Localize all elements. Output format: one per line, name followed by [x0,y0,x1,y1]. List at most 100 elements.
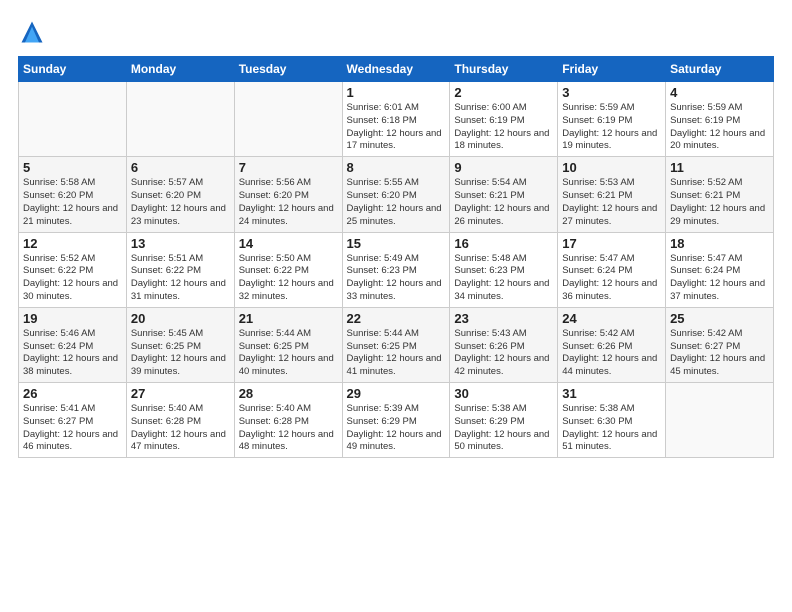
day-info: Sunrise: 5:46 AMSunset: 6:24 PMDaylight:… [23,328,122,379]
day-cell: 13Sunrise: 5:51 AMSunset: 6:22 PMDayligh… [126,232,234,307]
day-cell: 24 Sunrise: 5:42 AMSunset: 6:26 PMDayligh… [558,307,666,382]
day-info: Sunrise: 5:48 AMSunset: 6:23 PMDaylight:… [454,253,553,304]
day-number: 26 [23,386,122,401]
day-cell: 19 Sunrise: 5:46 AMSunset: 6:24 PMDayligh… [19,307,127,382]
day-info: Sunrise: 6:00 AMSunset: 6:19 PMDaylight:… [454,102,553,153]
day-info: Sunrise: 5:59 AMSunset: 6:19 PMDaylight:… [670,102,769,153]
day-cell: 22Sunrise: 5:44 AMSunset: 6:25 PMDayligh… [342,307,450,382]
day-number: 5 [23,160,122,175]
day-info: Sunrise: 6:01 AMSunset: 6:18 PMDaylight:… [347,102,446,153]
day-info: Sunrise: 5:39 AMSunset: 6:29 PMDaylight:… [347,403,446,454]
day-number: 23 [454,311,553,326]
day-cell: 27 Sunrise: 5:40 AMSunset: 6:28 PMDayligh… [126,383,234,458]
day-cell: 7 Sunrise: 5:56 AMSunset: 6:20 PMDaylight… [234,157,342,232]
day-info: Sunrise: 5:55 AMSunset: 6:20 PMDaylight:… [347,177,446,228]
day-info: Sunrise: 5:56 AMSunset: 6:20 PMDaylight:… [239,177,338,228]
week-row-3: 12Sunrise: 5:52 AMSunset: 6:22 PMDayligh… [19,232,774,307]
day-info: Sunrise: 5:49 AMSunset: 6:23 PMDaylight:… [347,253,446,304]
day-number: 31 [562,386,661,401]
day-cell: 3 Sunrise: 5:59 AMSunset: 6:19 PMDaylight… [558,82,666,157]
day-cell: 9 Sunrise: 5:54 AMSunset: 6:21 PMDaylight… [450,157,558,232]
day-info: Sunrise: 5:59 AMSunset: 6:19 PMDaylight:… [562,102,661,153]
day-info: Sunrise: 5:54 AMSunset: 6:21 PMDaylight:… [454,177,553,228]
weekday-header-row: SundayMondayTuesdayWednesdayThursdayFrid… [19,57,774,82]
day-info: Sunrise: 5:47 AMSunset: 6:24 PMDaylight:… [562,253,661,304]
day-number: 1 [347,85,446,100]
day-cell [19,82,127,157]
day-info: Sunrise: 5:38 AMSunset: 6:30 PMDaylight:… [562,403,661,454]
weekday-header-monday: Monday [126,57,234,82]
week-row-5: 26 Sunrise: 5:41 AMSunset: 6:27 PMDayligh… [19,383,774,458]
day-number: 2 [454,85,553,100]
logo [18,18,50,46]
day-number: 17 [562,236,661,251]
day-info: Sunrise: 5:44 AMSunset: 6:25 PMDaylight:… [239,328,338,379]
weekday-header-saturday: Saturday [666,57,774,82]
day-number: 22 [347,311,446,326]
day-number: 14 [239,236,338,251]
day-info: Sunrise: 5:52 AMSunset: 6:21 PMDaylight:… [670,177,769,228]
day-info: Sunrise: 5:47 AMSunset: 6:24 PMDaylight:… [670,253,769,304]
day-number: 16 [454,236,553,251]
calendar: SundayMondayTuesdayWednesdayThursdayFrid… [18,56,774,458]
day-number: 28 [239,386,338,401]
day-cell: 15Sunrise: 5:49 AMSunset: 6:23 PMDayligh… [342,232,450,307]
weekday-header-sunday: Sunday [19,57,127,82]
day-cell [126,82,234,157]
day-number: 25 [670,311,769,326]
day-cell: 4 Sunrise: 5:59 AMSunset: 6:19 PMDaylight… [666,82,774,157]
day-cell: 29 Sunrise: 5:39 AMSunset: 6:29 PMDayligh… [342,383,450,458]
day-number: 20 [131,311,230,326]
day-number: 11 [670,160,769,175]
week-row-2: 5Sunrise: 5:58 AMSunset: 6:20 PMDaylight… [19,157,774,232]
week-row-4: 19 Sunrise: 5:46 AMSunset: 6:24 PMDayligh… [19,307,774,382]
weekday-header-friday: Friday [558,57,666,82]
day-info: Sunrise: 5:42 AMSunset: 6:26 PMDaylight:… [562,328,661,379]
day-info: Sunrise: 5:45 AMSunset: 6:25 PMDaylight:… [131,328,230,379]
day-number: 30 [454,386,553,401]
day-info: Sunrise: 5:43 AMSunset: 6:26 PMDaylight:… [454,328,553,379]
day-info: Sunrise: 5:53 AMSunset: 6:21 PMDaylight:… [562,177,661,228]
day-cell: 21 Sunrise: 5:44 AMSunset: 6:25 PMDayligh… [234,307,342,382]
day-cell: 17 Sunrise: 5:47 AMSunset: 6:24 PMDayligh… [558,232,666,307]
day-number: 19 [23,311,122,326]
weekday-header-thursday: Thursday [450,57,558,82]
day-info: Sunrise: 5:40 AMSunset: 6:28 PMDaylight:… [239,403,338,454]
day-number: 9 [454,160,553,175]
day-cell: 23 Sunrise: 5:43 AMSunset: 6:26 PMDayligh… [450,307,558,382]
day-cell: 18 Sunrise: 5:47 AMSunset: 6:24 PMDayligh… [666,232,774,307]
day-cell: 2 Sunrise: 6:00 AMSunset: 6:19 PMDaylight… [450,82,558,157]
day-cell: 14 Sunrise: 5:50 AMSunset: 6:22 PMDayligh… [234,232,342,307]
day-info: Sunrise: 5:52 AMSunset: 6:22 PMDaylight:… [23,253,122,304]
day-number: 24 [562,311,661,326]
day-info: Sunrise: 5:41 AMSunset: 6:27 PMDaylight:… [23,403,122,454]
day-cell [234,82,342,157]
day-cell: 10Sunrise: 5:53 AMSunset: 6:21 PMDayligh… [558,157,666,232]
day-number: 29 [347,386,446,401]
day-cell: 30Sunrise: 5:38 AMSunset: 6:29 PMDayligh… [450,383,558,458]
header [18,18,774,46]
logo-icon [18,18,46,46]
day-cell: 11 Sunrise: 5:52 AMSunset: 6:21 PMDayligh… [666,157,774,232]
day-number: 3 [562,85,661,100]
day-cell: 8Sunrise: 5:55 AMSunset: 6:20 PMDaylight… [342,157,450,232]
day-number: 4 [670,85,769,100]
day-info: Sunrise: 5:57 AMSunset: 6:20 PMDaylight:… [131,177,230,228]
weekday-header-wednesday: Wednesday [342,57,450,82]
day-number: 21 [239,311,338,326]
day-number: 6 [131,160,230,175]
day-info: Sunrise: 5:40 AMSunset: 6:28 PMDaylight:… [131,403,230,454]
day-number: 7 [239,160,338,175]
day-cell: 5Sunrise: 5:58 AMSunset: 6:20 PMDaylight… [19,157,127,232]
day-cell: 31 Sunrise: 5:38 AMSunset: 6:30 PMDayligh… [558,383,666,458]
day-info: Sunrise: 5:51 AMSunset: 6:22 PMDaylight:… [131,253,230,304]
week-row-1: 1 Sunrise: 6:01 AMSunset: 6:18 PMDaylight… [19,82,774,157]
day-cell: 1 Sunrise: 6:01 AMSunset: 6:18 PMDaylight… [342,82,450,157]
weekday-header-tuesday: Tuesday [234,57,342,82]
day-number: 18 [670,236,769,251]
day-cell [666,383,774,458]
page: SundayMondayTuesdayWednesdayThursdayFrid… [0,0,792,612]
day-cell: 20 Sunrise: 5:45 AMSunset: 6:25 PMDayligh… [126,307,234,382]
day-info: Sunrise: 5:50 AMSunset: 6:22 PMDaylight:… [239,253,338,304]
day-number: 27 [131,386,230,401]
